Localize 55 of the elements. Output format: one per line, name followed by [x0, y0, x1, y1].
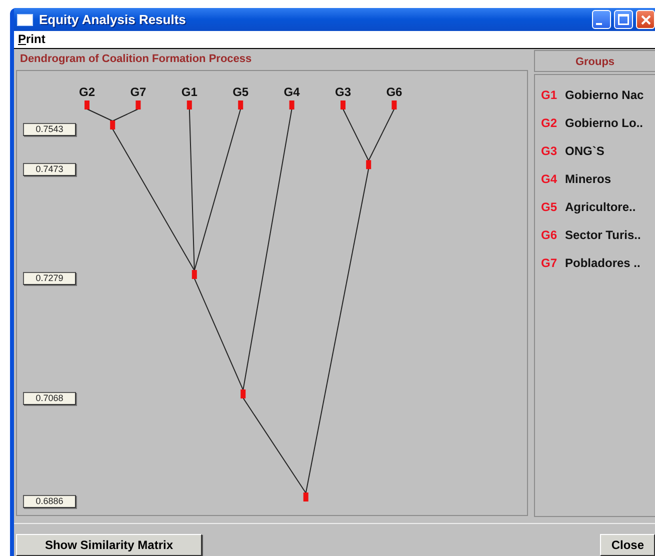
maximize-icon [618, 14, 629, 25]
node-marker [110, 120, 116, 130]
maximize-button[interactable] [614, 10, 633, 29]
similarity-label: 0.7068 [23, 392, 76, 405]
leaf-label: G5 [232, 84, 249, 99]
leaf-label: G2 [79, 84, 95, 99]
node-marker [136, 100, 141, 110]
close-icon [640, 14, 650, 24]
leaf-label: G1 [181, 84, 198, 99]
minimize-button[interactable] [592, 10, 611, 29]
node-marker [240, 389, 246, 398]
group-name: ONG`S [565, 144, 604, 158]
group-name: Gobierno Lo.. [565, 116, 643, 130]
chart-title: Dendrogram of Coalition Formation Process [19, 52, 253, 67]
group-name: Mineros [565, 172, 612, 186]
matrix-button[interactable]: Show Similarity Matrix [16, 534, 202, 556]
leaf-label: G3 [335, 84, 351, 99]
branch-line [368, 108, 395, 162]
group-code: G4 [540, 172, 558, 186]
window-icon [17, 14, 33, 26]
branch-line [112, 108, 139, 122]
node-marker [186, 100, 192, 110]
group-name: Pobladores .. [565, 256, 640, 270]
window-title: Equity Analysis Results [39, 12, 187, 27]
panel-title: Groups [575, 56, 615, 68]
group-name: Agricultore.. [565, 200, 636, 214]
node-marker [392, 100, 397, 110]
close-dialog-button[interactable]: Close [600, 534, 655, 556]
node-marker [84, 100, 90, 110]
similarity-label: 0.7473 [23, 162, 76, 176]
group-code: G6 [540, 228, 558, 242]
group-name: Gobierno Nac [565, 88, 644, 102]
group-code: G7 [540, 256, 558, 270]
node-marker [289, 100, 294, 110]
node-marker [303, 492, 308, 502]
branch-line [342, 108, 370, 162]
group-code: G1 [540, 88, 558, 102]
branch-line [86, 108, 114, 122]
node-marker [192, 270, 197, 279]
node-marker [238, 100, 244, 110]
leaf-label: G4 [284, 84, 300, 99]
close-button[interactable] [636, 10, 655, 29]
leaf-label: G7 [130, 84, 146, 99]
leaf-label: G6 [386, 84, 402, 99]
group-code: G3 [540, 144, 558, 158]
similarity-label: 0.7543 [23, 122, 76, 136]
similarity-label: 0.6886 [23, 494, 76, 508]
minimize-icon [596, 22, 602, 24]
menu-item[interactable]: Print [14, 32, 50, 46]
group-code: G5 [540, 200, 558, 214]
similarity-label: 0.7279 [23, 272, 76, 286]
node-marker [340, 100, 346, 110]
group-code: G2 [540, 116, 558, 130]
group-name: Sector Turis.. [565, 228, 641, 242]
node-marker [366, 160, 372, 170]
